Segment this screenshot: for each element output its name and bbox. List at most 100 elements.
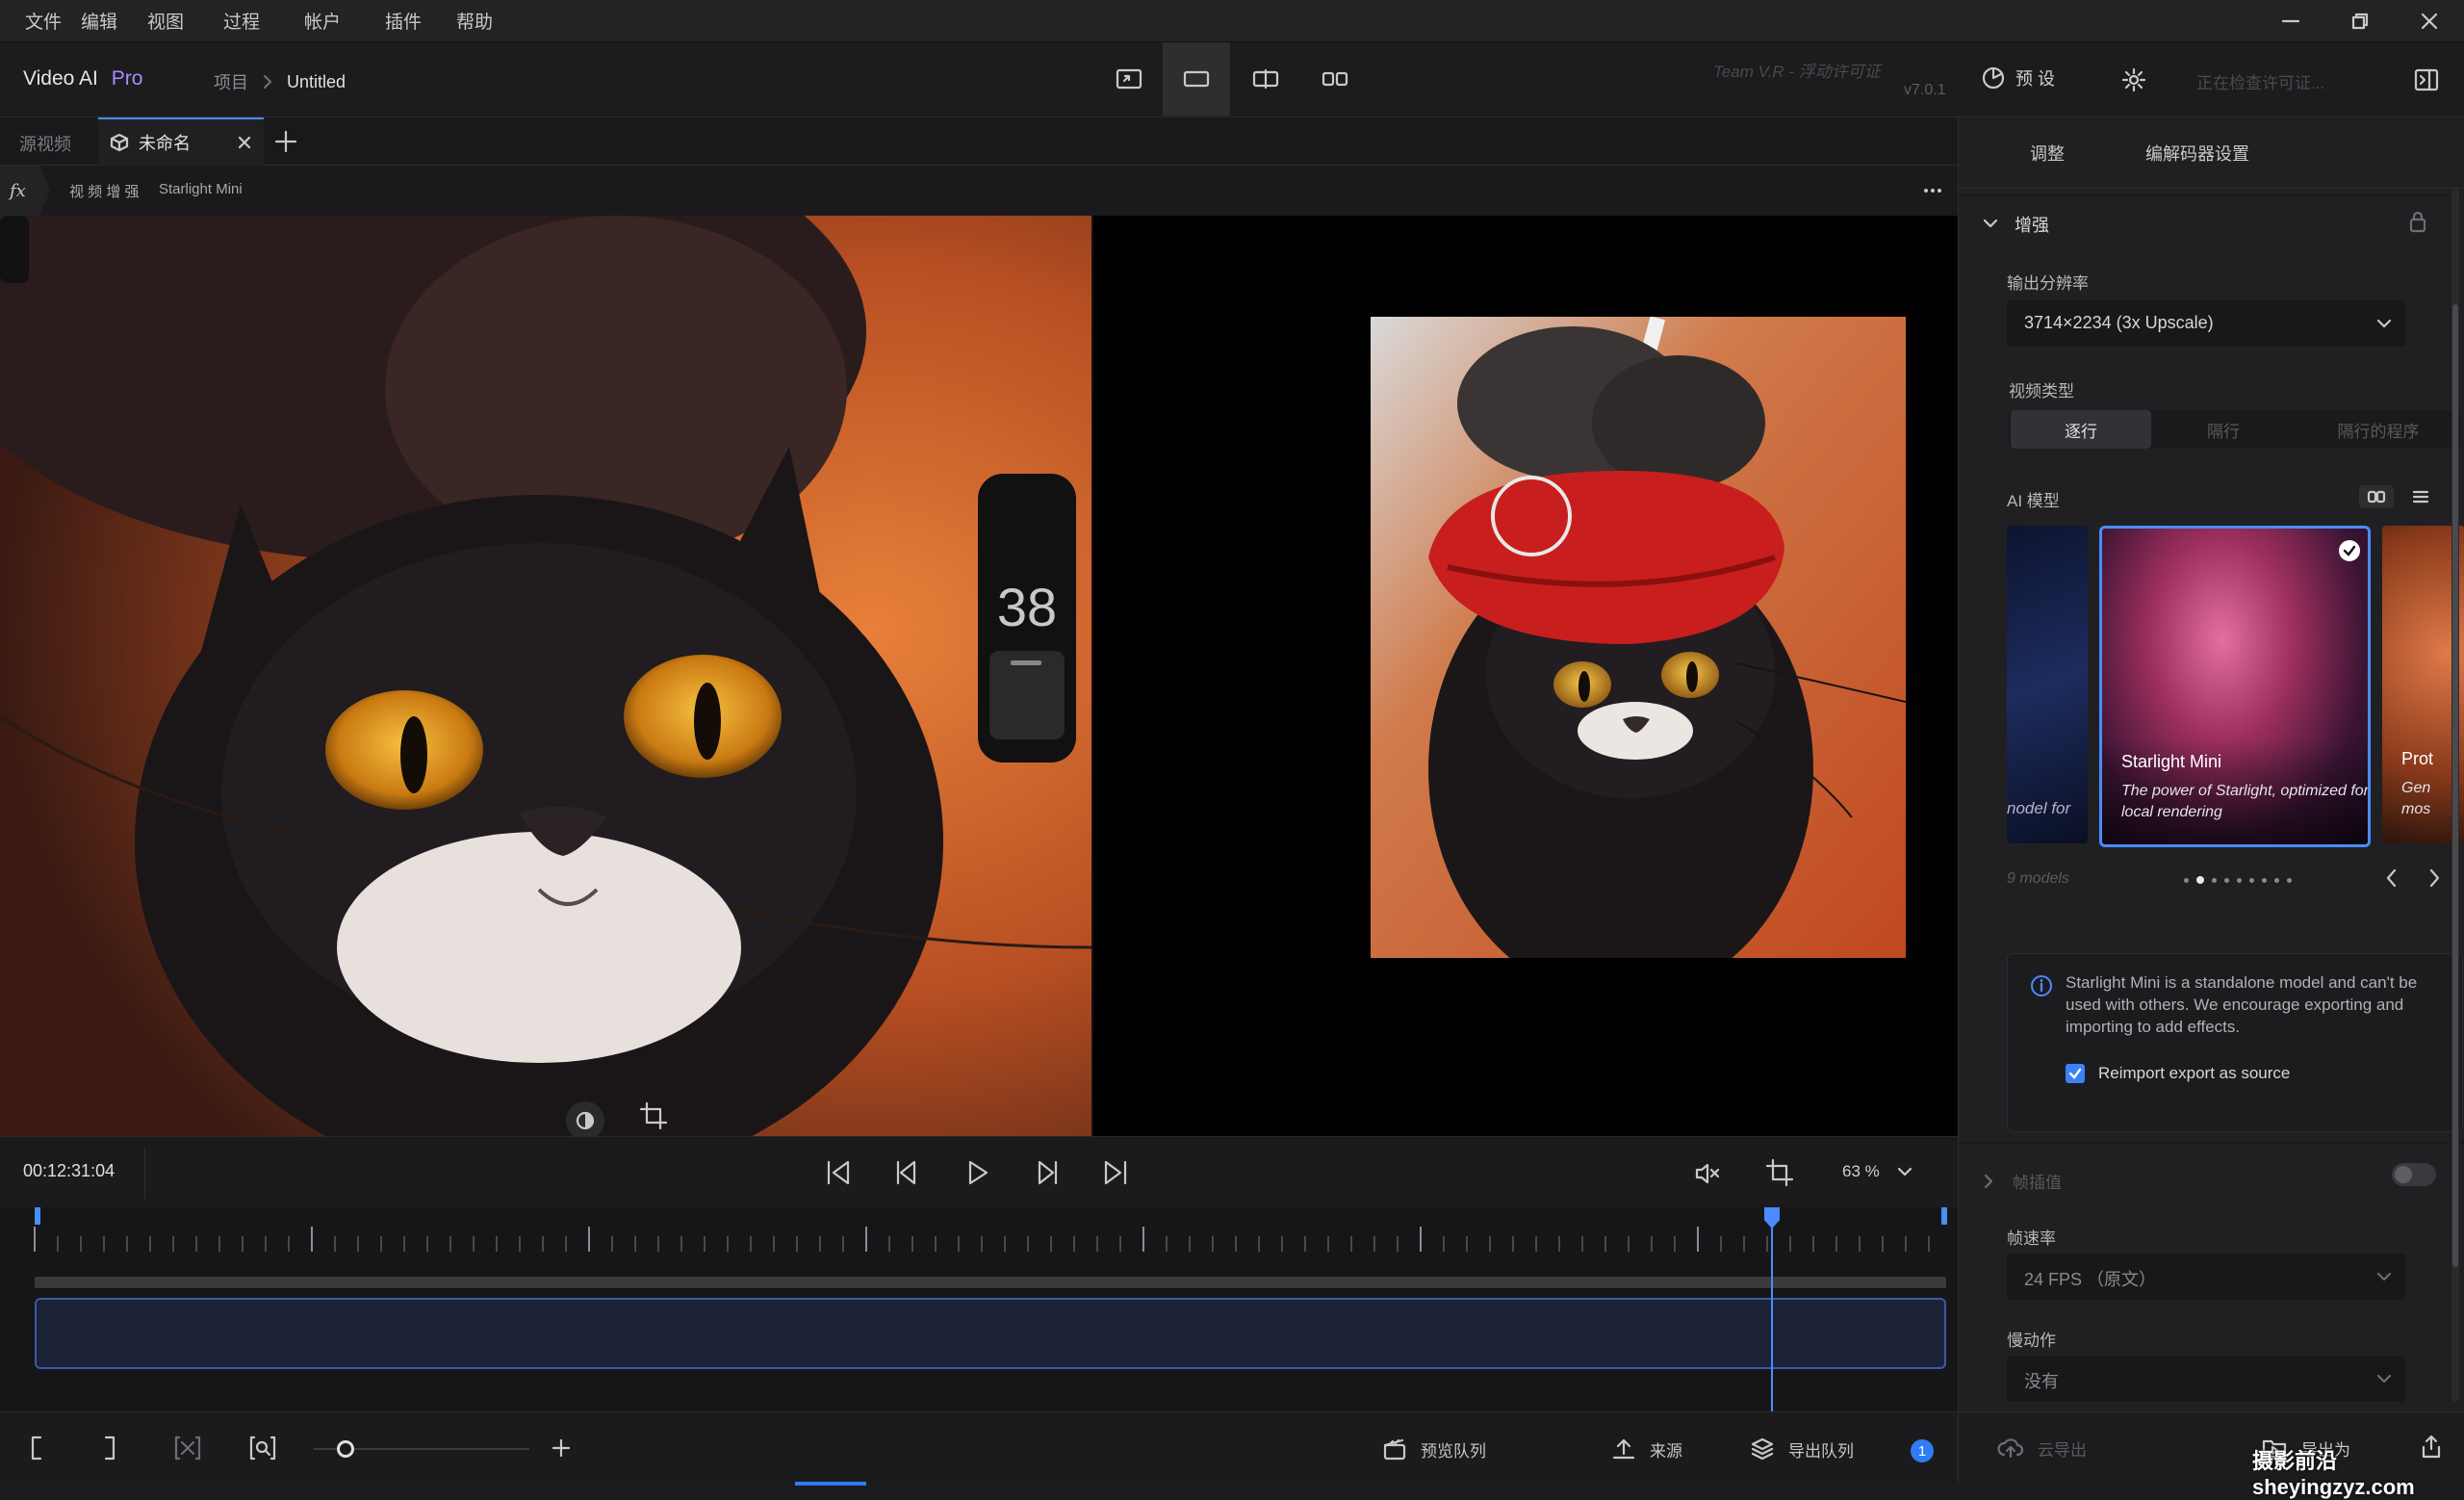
- timeline[interactable]: 00:00:00 02:00:00 04:00:00 06:00:00 08:0…: [0, 1207, 1958, 1411]
- grid-view-button[interactable]: [2359, 485, 2394, 508]
- top-bar: Video AI Pro 项目 Untitled Team V.R - 浮动许可…: [0, 42, 2464, 117]
- compare-toggle-button[interactable]: [566, 1101, 604, 1136]
- menu-help[interactable]: 帮助: [456, 8, 493, 34]
- view-mode-full-button[interactable]: [1163, 42, 1230, 116]
- output-resolution-dropdown[interactable]: 3714×2234 (3x Upscale): [2007, 300, 2405, 347]
- zoom-to-fit-button[interactable]: [248, 1434, 277, 1462]
- menu-file[interactable]: 文件: [25, 8, 62, 34]
- zoom-dropdown[interactable]: 63 %: [1842, 1162, 1912, 1181]
- menu-process[interactable]: 过程: [223, 8, 260, 34]
- queue-count-badge: 1: [1911, 1439, 1934, 1462]
- menu-edit[interactable]: 编辑: [81, 8, 117, 34]
- carousel-prev-button[interactable]: [2382, 866, 2401, 890]
- in-point-marker[interactable]: [35, 1207, 40, 1225]
- carousel-dot[interactable]: [2262, 877, 2267, 883]
- next-frame-button[interactable]: [1032, 1158, 1061, 1187]
- source-button[interactable]: 来源: [1611, 1412, 1682, 1486]
- video-track-clip[interactable]: [35, 1298, 1946, 1369]
- video-viewer[interactable]: 38: [0, 216, 1958, 1136]
- model-card-starlight-mini[interactable]: Starlight Mini The power of Starlight, o…: [2099, 526, 2371, 847]
- cloud-export-button[interactable]: 云导出: [1997, 1435, 2087, 1461]
- play-button[interactable]: [962, 1158, 991, 1187]
- menu-account[interactable]: 帐户: [304, 8, 341, 34]
- enhance-section-header[interactable]: 增强: [1982, 212, 2049, 237]
- frame-rate-dropdown[interactable]: 24 FPS （原文）: [2007, 1254, 2405, 1300]
- carousel-dot-active[interactable]: [2196, 876, 2204, 884]
- panel-tabs: 调整 编解码器设置: [1959, 117, 2464, 189]
- fx-button[interactable]: fx: [0, 166, 50, 216]
- tab-untitled[interactable]: 未命名: [98, 117, 264, 166]
- go-to-start-button[interactable]: [824, 1158, 853, 1187]
- restore-icon: [2351, 13, 2369, 30]
- presets-button[interactable]: 预 设: [1981, 65, 2055, 91]
- tab-codec-settings[interactable]: 编解码器设置: [2145, 141, 2249, 166]
- chevron-down-icon: [2376, 1374, 2392, 1384]
- menu-view[interactable]: 视图: [147, 8, 184, 34]
- menu-plugins[interactable]: 插件: [385, 8, 422, 34]
- playhead[interactable]: [1771, 1207, 1773, 1411]
- add-tab-button[interactable]: [273, 129, 298, 154]
- model-card-previous[interactable]: nodel for: [2007, 526, 2088, 843]
- model-card-desc: Gen mos: [2401, 780, 2431, 817]
- previous-frame-button[interactable]: [893, 1158, 922, 1187]
- layers-icon: [1751, 1437, 1774, 1461]
- tab-adjust[interactable]: 调整: [2030, 141, 2065, 166]
- carousel-dot[interactable]: [2184, 877, 2189, 883]
- list-view-button[interactable]: [2411, 487, 2430, 506]
- frame-interpolation-toggle[interactable]: [2392, 1163, 2436, 1186]
- video-type-interlaced-progressive[interactable]: 隔行的程序: [2296, 410, 2461, 449]
- close-tab-icon[interactable]: [237, 135, 252, 150]
- zoom-slider-thumb[interactable]: [337, 1440, 354, 1458]
- export-queue-button[interactable]: 导出队列: [1750, 1412, 1854, 1486]
- reimport-checkbox-row[interactable]: Reimport export as source: [2066, 1064, 2290, 1083]
- effect-model: Starlight Mini: [159, 181, 243, 197]
- lock-button[interactable]: [2407, 210, 2428, 233]
- zoom-in-button[interactable]: [551, 1437, 572, 1459]
- frame-interp-label: 帧插值: [2013, 1174, 2062, 1192]
- breadcrumb-root[interactable]: 项目: [214, 69, 248, 94]
- carousel-dots[interactable]: [2184, 876, 2292, 884]
- view-mode-split-button[interactable]: [1232, 42, 1299, 116]
- restore-button[interactable]: [2341, 6, 2379, 37]
- license-status: 正在检查许可证...: [2196, 74, 2325, 92]
- set-out-button[interactable]: [100, 1434, 119, 1462]
- carousel-dot[interactable]: [2237, 877, 2242, 883]
- carousel-next-button[interactable]: [2425, 866, 2444, 890]
- more-options-button[interactable]: [1921, 179, 1944, 202]
- crop-overlay-button[interactable]: [639, 1101, 668, 1130]
- split-divider[interactable]: [1091, 216, 1093, 1136]
- panel-scrollbar-thumb[interactable]: [2452, 304, 2458, 1267]
- crop-button[interactable]: [1765, 1158, 1794, 1187]
- breadcrumb-project: Untitled: [287, 71, 346, 91]
- frame-interpolation-header[interactable]: 帧插值: [1982, 1169, 2062, 1193]
- play-icon: [968, 1160, 988, 1185]
- crop-icon: [639, 1101, 668, 1130]
- mute-button[interactable]: [1694, 1160, 1721, 1187]
- tab-source-video[interactable]: 源视频: [19, 131, 71, 156]
- clear-in-out-button[interactable]: [173, 1434, 202, 1462]
- reimport-checkbox[interactable]: [2066, 1064, 2085, 1083]
- go-to-end-button[interactable]: [1101, 1158, 1130, 1187]
- minimize-button[interactable]: [2272, 6, 2310, 37]
- carousel-dot[interactable]: [2274, 877, 2279, 883]
- close-window-button[interactable]: [2410, 6, 2449, 37]
- carousel-dot[interactable]: [2224, 877, 2229, 883]
- view-mode-side-by-side-button[interactable]: [1301, 42, 1369, 116]
- video-type-progressive[interactable]: 逐行: [2011, 410, 2151, 449]
- more-icon: [1924, 189, 1941, 193]
- set-in-button[interactable]: [27, 1434, 46, 1462]
- video-type-interlaced[interactable]: 隔行: [2153, 410, 2294, 449]
- out-marker[interactable]: [1941, 1207, 1947, 1225]
- work-area-bar[interactable]: [35, 1277, 1946, 1288]
- settings-button[interactable]: [2121, 67, 2146, 92]
- slow-motion-dropdown[interactable]: 没有: [2007, 1356, 2405, 1402]
- chevron-down-icon: [1897, 1167, 1912, 1177]
- timeline-ruler[interactable]: [0, 1207, 1958, 1284]
- toggle-panel-button[interactable]: [2414, 67, 2439, 92]
- preview-queue-button[interactable]: 预览队列: [1382, 1412, 1486, 1486]
- carousel-dot[interactable]: [2287, 877, 2292, 883]
- view-mode-single-button[interactable]: [1095, 42, 1163, 116]
- panel-scrollbar[interactable]: [2451, 189, 2459, 1402]
- carousel-dot[interactable]: [2212, 877, 2217, 883]
- carousel-dot[interactable]: [2249, 877, 2254, 883]
